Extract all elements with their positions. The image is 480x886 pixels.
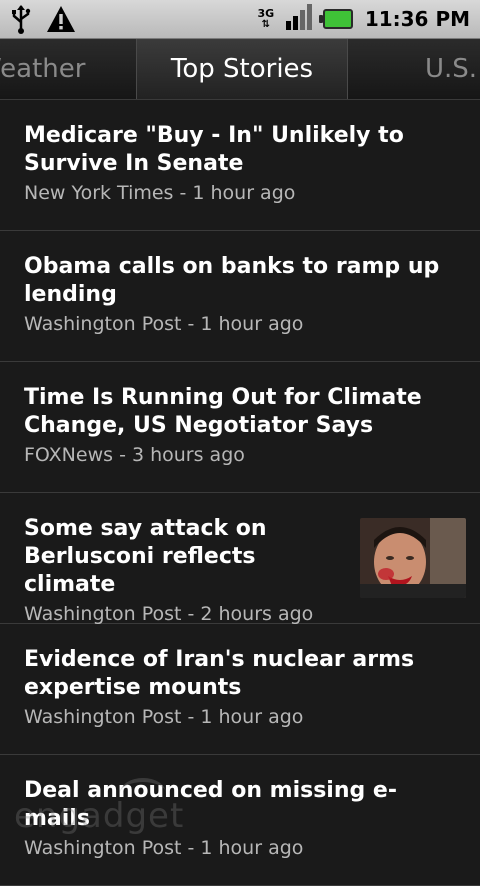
warning-icon xyxy=(46,4,76,38)
story-item[interactable]: Medicare "Buy - In" Unlikely to Survive … xyxy=(0,100,480,231)
usb-icon xyxy=(10,4,32,38)
story-item[interactable]: Obama calls on banks to ramp up lending … xyxy=(0,231,480,362)
story-item[interactable]: Some say attack on Berlusconi reflects c… xyxy=(0,493,480,625)
story-meta: Washington Post - 1 hour ago xyxy=(24,706,304,728)
story-headline: Time Is Running Out for Climate Change, … xyxy=(24,385,422,438)
tab-top-stories[interactable]: Top Stories xyxy=(136,39,348,99)
story-list: Medicare "Buy - In" Unlikely to Survive … xyxy=(0,100,480,886)
category-tab-bar: Weather Top Stories U.S. xyxy=(0,39,480,100)
story-item[interactable]: Evidence of Iran's nuclear arms expertis… xyxy=(0,624,480,755)
story-headline: Evidence of Iran's nuclear arms expertis… xyxy=(24,647,415,700)
story-meta: Washington Post - 1 hour ago xyxy=(24,837,304,859)
story-headline: Some say attack on Berlusconi reflects c… xyxy=(24,516,267,597)
story-meta: Washington Post - 2 hours ago xyxy=(24,603,314,625)
network-label: 3G xyxy=(257,7,275,20)
network-3g-icon: 3G ⇅ xyxy=(255,8,277,30)
story-item[interactable]: Time Is Running Out for Climate Change, … xyxy=(0,362,480,493)
story-meta: Washington Post - 1 hour ago xyxy=(24,313,304,335)
story-thumbnail[interactable] xyxy=(360,518,466,598)
story-meta: FOXNews - 3 hours ago xyxy=(24,444,245,466)
battery-icon xyxy=(318,9,353,29)
signal-icon xyxy=(285,3,315,35)
story-meta: New York Times - 1 hour ago xyxy=(24,182,296,204)
tab-us[interactable]: U.S. xyxy=(425,39,480,99)
status-bar: 3G ⇅ 11:36 PM xyxy=(0,0,480,39)
story-headline: Medicare "Buy - In" Unlikely to Survive … xyxy=(24,123,404,176)
engadget-watermark: engadget xyxy=(14,796,185,836)
tab-weather[interactable]: Weather xyxy=(0,39,126,99)
status-time: 11:36 PM xyxy=(364,7,470,31)
story-headline: Obama calls on banks to ramp up lending xyxy=(24,254,440,307)
